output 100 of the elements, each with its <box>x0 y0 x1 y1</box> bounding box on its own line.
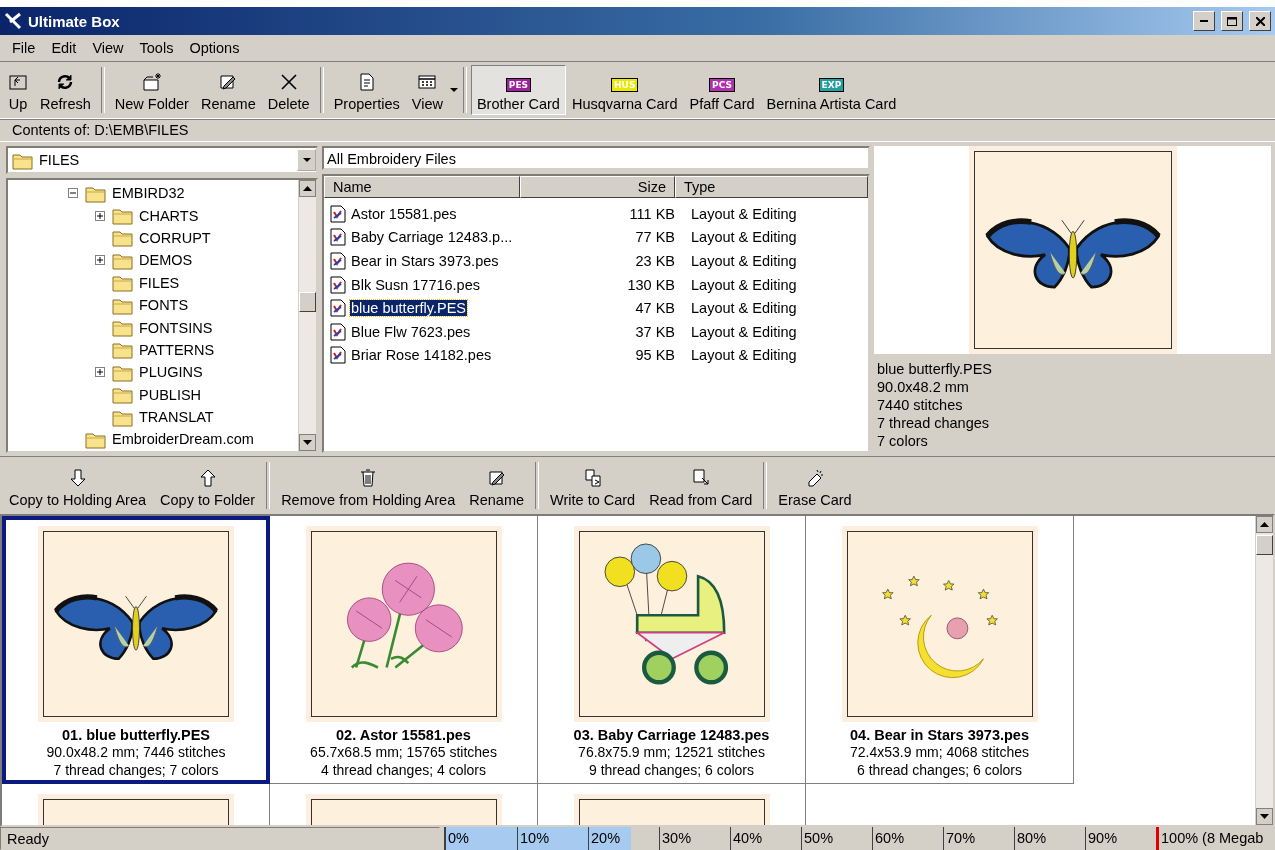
toolbar-button[interactable]: PCS Pfaff Card <box>683 65 761 115</box>
tree-item[interactable]: DEMOS <box>8 249 298 272</box>
design-info: 65.7x68.5 mm; 15765 stitches <box>310 743 497 761</box>
folder-name: FILES <box>139 274 180 291</box>
toolbar-button[interactable]: New Folder <box>108 65 195 115</box>
scrollbar[interactable] <box>1255 516 1273 825</box>
toolbar-button[interactable]: Copy to Holding Area <box>2 460 154 511</box>
meter-label: 0% <box>447 829 470 848</box>
file-name[interactable]: Bear in Stars 3973.pes <box>350 253 500 269</box>
file-size: 23 KB <box>634 253 675 269</box>
meter-label: 10% <box>517 827 588 850</box>
column-header[interactable]: Size <box>520 176 675 198</box>
embroidery-file-icon <box>330 346 346 365</box>
file-type: Layout & Editing <box>690 300 798 317</box>
folder-icon <box>112 340 133 360</box>
tree-item[interactable]: EmbroiderDream.com <box>8 428 298 451</box>
tree-item[interactable]: PATTERNS <box>8 338 298 362</box>
delete-icon <box>278 72 299 92</box>
dropdown-arrow-icon <box>301 157 312 163</box>
design-thumbnail[interactable]: 02. Astor 15581.pes 65.7x68.5 mm; 15765 stitches 4 thread changes; 4 colors <box>270 516 538 784</box>
toolbar-button[interactable]: View <box>405 65 449 115</box>
folder-icon <box>112 206 133 226</box>
tree-item[interactable]: CHARTS <box>8 204 298 227</box>
toolbar-button[interactable]: EXP Bernina Artista Card <box>760 65 903 115</box>
design-thumbnail[interactable]: 04. Bear in Stars 3973.pes 72.4x53.9 mm; 4068 stitches 6 thread changes; 6 colors <box>806 516 1074 784</box>
design-thumbnail[interactable]: 03. Baby Carriage 12483.pes 76.8x75.9 mm; 12521 stitches 9 thread changes; 6 colors <box>538 516 806 784</box>
toolbar-button[interactable]: Copy to Folder <box>153 460 263 511</box>
collapse-icon[interactable] <box>68 188 78 199</box>
file-type: Layout & Editing <box>690 229 798 246</box>
folder-icon <box>112 318 133 338</box>
toolbar-button[interactable]: Rename <box>194 65 262 115</box>
toolbar-button[interactable]: Rename <box>462 460 532 511</box>
close-button[interactable] <box>1249 11 1271 31</box>
scroll-up-button[interactable] <box>299 180 316 197</box>
tree-item[interactable]: CORRUPT <box>8 226 298 250</box>
tree-item[interactable]: FONTSINS <box>8 316 298 339</box>
folder-name: PATTERNS <box>139 341 215 358</box>
toolbar-button[interactable]: PES Brother Card <box>470 65 566 115</box>
file-name[interactable]: Briar Rose 14182.pes <box>350 347 493 364</box>
scroll-thumb[interactable] <box>299 292 316 312</box>
expand-icon[interactable] <box>95 255 105 266</box>
meter-label: 60% <box>872 827 943 850</box>
tree-item[interactable]: FILES <box>8 271 298 294</box>
toolbar-button[interactable]: HUS Husqvarna Card <box>565 65 684 115</box>
scroll-thumb[interactable] <box>1256 535 1273 555</box>
scroll-up-button[interactable] <box>1256 516 1273 533</box>
tree-item[interactable]: EMBIRD32 <box>8 182 298 205</box>
tree-item[interactable]: FONTS <box>8 293 298 317</box>
folder-name: TRANSLAT <box>139 409 214 426</box>
design-info: 90.0x48.2 mm <box>876 378 970 396</box>
design-info: 72.4x53.9 mm; 4068 stitches <box>850 743 1029 761</box>
toolbar-button[interactable]: Read from Card <box>642 460 760 511</box>
design-info: 4 thread changes; 4 colors <box>321 761 486 779</box>
menu-item[interactable]: View <box>84 40 132 56</box>
toolbar-button[interactable]: Up <box>2 65 34 115</box>
column-header[interactable]: Name <box>324 176 520 198</box>
folder-combo[interactable]: FILES <box>6 146 318 174</box>
file-type: Layout & Editing <box>690 347 798 364</box>
tree-item[interactable]: PLUGINS <box>8 361 298 384</box>
toolbar-button[interactable]: Remove from Holding Area <box>274 460 463 511</box>
toolbar-button[interactable]: Properties <box>327 65 406 115</box>
scroll-down-button[interactable] <box>299 434 316 451</box>
toolbar-button[interactable]: Delete <box>261 65 316 115</box>
tree-item[interactable]: TRANSLAT <box>8 405 298 429</box>
grid-view-icon <box>417 72 438 92</box>
design-info: 90.0x48.2 mm; 7446 stitches <box>46 743 226 761</box>
menu-item[interactable]: Edit <box>43 40 85 56</box>
file-size: 77 KB <box>634 229 675 246</box>
design-thumbnail[interactable]: 01. blue butterfly.PES 90.0x48.2 mm; 7446 stitches 7 thread changes; 7 colors <box>2 516 270 784</box>
toolbar-button[interactable]: Write to Card <box>543 460 643 511</box>
file-name[interactable]: Blue Flw 7623.pes <box>350 323 472 340</box>
meter-label: 100% (8 Megab <box>1156 827 1275 850</box>
file-name[interactable]: Astor 15581.pes <box>350 205 458 222</box>
expand-icon[interactable] <box>95 210 105 221</box>
meter-label: 20% <box>588 827 659 850</box>
toolbar-button[interactable]: Refresh <box>34 65 97 115</box>
file-type: Layout & Editing <box>690 253 798 269</box>
meter-label: 40% <box>730 827 801 850</box>
folder-name: FONTSINS <box>139 319 213 336</box>
file-name[interactable]: Blk Susn 17716.pes <box>350 276 481 293</box>
up-folder-icon <box>8 72 28 92</box>
file-type: Layout & Editing <box>690 276 798 293</box>
file-size: 130 KB <box>626 276 675 293</box>
scrollbar[interactable] <box>298 180 316 451</box>
menu-item[interactable]: Tools <box>131 40 182 56</box>
embroidery-file-icon <box>330 204 346 223</box>
file-name[interactable]: blue butterfly.PES <box>350 300 467 317</box>
toolbar-button[interactable]: Erase Card <box>771 460 859 511</box>
minimize-button[interactable] <box>1193 11 1215 31</box>
file-name[interactable]: Baby Carriage 12483.p... <box>350 229 514 246</box>
menu-item[interactable]: File <box>4 40 44 56</box>
maximize-button[interactable] <box>1221 11 1243 31</box>
menu-item[interactable]: Options <box>181 40 248 56</box>
file-filter-field[interactable]: All Embroidery Files <box>322 146 870 170</box>
design-info: 7 colors <box>876 432 929 450</box>
column-header[interactable]: Type <box>675 176 868 198</box>
expand-icon[interactable] <box>95 367 105 378</box>
tree-item[interactable]: PUBLISH <box>8 383 298 406</box>
scroll-down-button[interactable] <box>1256 808 1273 825</box>
design-info: 7440 stitches <box>876 396 964 414</box>
